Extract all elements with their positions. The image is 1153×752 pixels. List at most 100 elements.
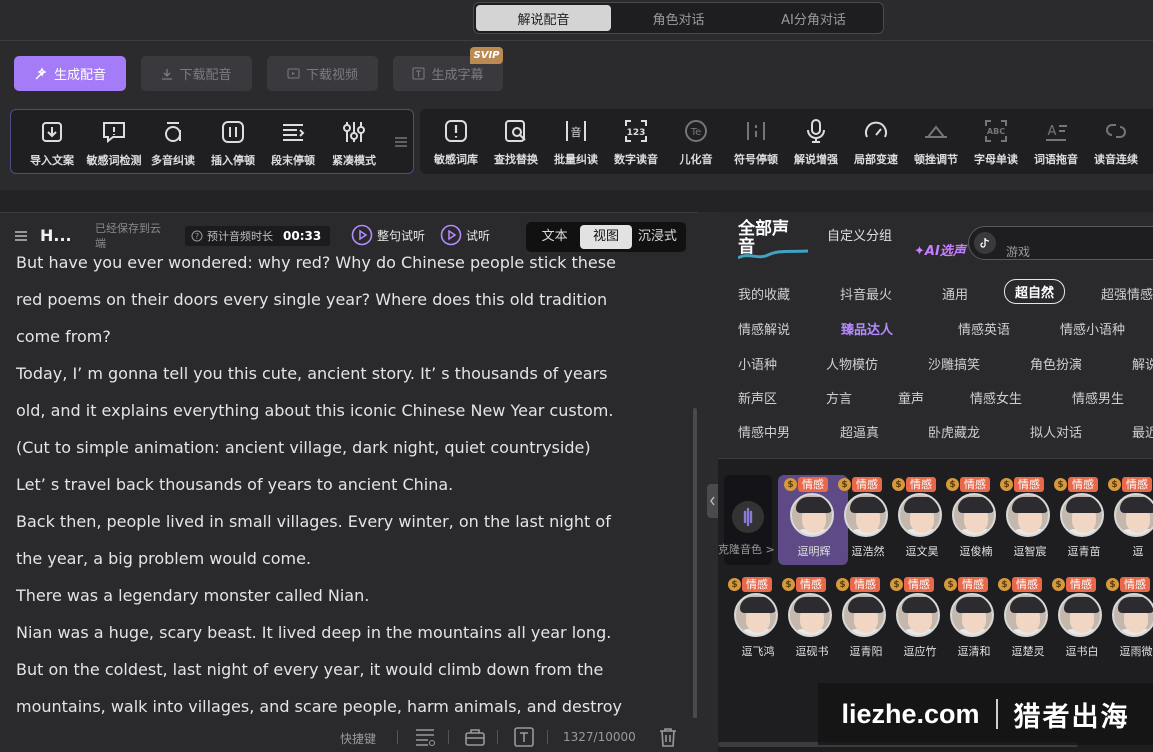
category-item[interactable]: 方言: [826, 388, 852, 407]
tool-find-replace[interactable]: 查找替换: [485, 117, 547, 167]
voice-card[interactable]: $ 情感 逗应竹: [890, 577, 942, 659]
tab-ai-dialogue[interactable]: AI分角对话: [746, 5, 881, 31]
format-list-icon[interactable]: [414, 726, 436, 748]
shortcut-link[interactable]: 快捷键: [340, 730, 376, 747]
svg-text:Te: Te: [690, 127, 702, 138]
tool-polyphone[interactable]: 多音纠读: [142, 118, 204, 168]
collapse-menu-icon[interactable]: [393, 134, 409, 150]
text-line: But on the coldest, last night of every …: [16, 660, 604, 679]
voice-card[interactable]: $ 情感 逗雨微: [1106, 577, 1153, 659]
text-format-icon[interactable]: [513, 726, 535, 748]
tool-cadence[interactable]: 顿挫调节: [905, 117, 967, 167]
tool-paragraph-pause[interactable]: 段末停顿: [262, 118, 324, 168]
category-item[interactable]: 角色扮演: [1030, 354, 1082, 373]
footer-divider: [397, 730, 398, 744]
category-item[interactable]: 情感女生: [970, 388, 1022, 407]
tool-number-reading[interactable]: 123 数字读音: [605, 117, 667, 167]
tool-continuous-reading[interactable]: 读音连续: [1085, 117, 1147, 167]
category-item[interactable]: 超强情感: [1101, 284, 1153, 303]
watermark: liezhe.com 猎者出海: [818, 683, 1153, 745]
tool-sensitive-library[interactable]: 敏感词库: [425, 117, 487, 167]
voice-card[interactable]: $ 情感 逗砚书: [782, 577, 834, 659]
category-item-premium[interactable]: 臻品达人: [841, 319, 893, 338]
category-item-selected[interactable]: 超自然: [1004, 279, 1066, 304]
avatar: [896, 593, 940, 637]
category-item[interactable]: 人物模仿: [826, 354, 878, 373]
category-item[interactable]: 新声区: [738, 388, 777, 407]
generate-subtitle-label: 生成字幕: [431, 68, 484, 83]
editor-scrollbar[interactable]: [693, 408, 697, 738]
tool-erhua[interactable]: Te 儿化音: [665, 117, 727, 167]
tool-insert-pause[interactable]: 插入停顿: [202, 118, 264, 168]
category-item[interactable]: 通用: [942, 284, 968, 303]
tool-letter-reading[interactable]: ABC 字母单读: [965, 117, 1027, 167]
category-item[interactable]: 情感中男: [738, 422, 790, 441]
category-item[interactable]: 超逼真: [840, 422, 879, 441]
category-item[interactable]: 童声: [898, 388, 924, 407]
download-audio-button[interactable]: 下载配音: [141, 56, 252, 91]
clone-voice-label[interactable]: 克隆音色 >: [718, 541, 775, 557]
voice-card[interactable]: $ 情感 逗书白: [1052, 577, 1104, 659]
generate-audio-button[interactable]: 生成配音: [14, 56, 126, 91]
voice-tag: $ 情感: [784, 477, 828, 492]
avatar: [1112, 593, 1153, 637]
avatar: [950, 593, 994, 637]
tool-batch-correct[interactable]: 音 批量纠读: [545, 117, 607, 167]
category-item[interactable]: 情感男生: [1072, 388, 1124, 407]
document-title[interactable]: H...: [40, 226, 72, 245]
emotion-tag: 情感: [1120, 577, 1150, 592]
tool-narration-enhance[interactable]: 解说增强: [785, 117, 847, 167]
download-video-label: 下载视频: [305, 68, 358, 83]
toolbox-icon[interactable]: [464, 726, 486, 748]
tool-symbol-pause[interactable]: 符号停顿: [725, 117, 787, 167]
voice-card[interactable]: $ 情感 逗青阳: [836, 577, 888, 659]
tool-local-speed[interactable]: 局部变速: [845, 117, 907, 167]
voice-search-box[interactable]: 游戏: [968, 226, 1153, 260]
category-item[interactable]: 情感小语种: [1060, 319, 1125, 338]
voice-name: 逗智宸: [1013, 545, 1047, 558]
tool-word-drag[interactable]: A 词语拖音: [1025, 117, 1087, 167]
ai-select-voice-button[interactable]: ✦AI选声: [914, 240, 966, 259]
character-count: 1327/10000: [563, 730, 636, 744]
try-sentence-button[interactable]: 整句试听: [351, 224, 425, 246]
voice-card[interactable]: $ 情感 逗浩然: [838, 477, 890, 559]
category-item[interactable]: 我的收藏: [738, 284, 790, 303]
category-item[interactable]: 抖音最火: [840, 284, 892, 303]
voice-card[interactable]: $ 情感 逗清和: [944, 577, 996, 659]
collapse-panel-handle[interactable]: [707, 484, 718, 518]
download-video-button[interactable]: 下载视频: [267, 56, 378, 91]
category-item[interactable]: 沙雕搞笑: [928, 354, 980, 373]
voice-card[interactable]: $ 情感 逗智宸: [1000, 477, 1052, 559]
voice-card[interactable]: $ 情感 逗楚灵: [998, 577, 1050, 659]
category-item[interactable]: 情感英语: [958, 319, 1010, 338]
watermark-divider: [995, 699, 998, 729]
coin-icon: $: [838, 478, 851, 491]
category-item[interactable]: 拟人对话: [1030, 422, 1082, 441]
trash-icon[interactable]: [657, 726, 679, 748]
voice-tag: $ 情感: [728, 577, 772, 592]
category-item[interactable]: 小语种: [738, 354, 777, 373]
tab-narration[interactable]: 解说配音: [476, 5, 611, 31]
voice-card[interactable]: $ 情感逗: [1108, 477, 1153, 559]
menu-icon[interactable]: [13, 228, 29, 244]
tool-sensitive-check[interactable]: 敏感词检测: [83, 118, 145, 168]
voice-card[interactable]: $ 情感 逗明辉: [784, 477, 836, 559]
custom-group-tab[interactable]: 自定义分组: [827, 228, 897, 245]
tool-batch-correct-label: 批量纠读: [554, 153, 598, 166]
voice-card[interactable]: $ 情感 逗俊楠: [946, 477, 998, 559]
category-item[interactable]: 卧虎藏龙: [928, 422, 980, 441]
category-item[interactable]: 最近: [1132, 422, 1153, 441]
voice-card[interactable]: $ 情感 逗青苗: [1054, 477, 1106, 559]
voice-card[interactable]: $ 情感 逗文昊: [892, 477, 944, 559]
voice-card[interactable]: $ 情感 逗飞鸿: [728, 577, 780, 659]
category-item[interactable]: 解说: [1132, 354, 1153, 373]
polyphone-icon: [165, 122, 181, 142]
play-circle-icon: [440, 224, 462, 246]
script-text-area[interactable]: But have you ever wondered: why red? Why…: [16, 244, 676, 716]
tab-dialogue[interactable]: 角色对话: [611, 5, 746, 31]
try-listen-button[interactable]: 试听: [440, 224, 490, 246]
tool-import-text[interactable]: 导入文案: [21, 118, 83, 168]
category-item[interactable]: 情感解说: [738, 319, 790, 338]
tool-compact-mode[interactable]: 紧凑模式: [323, 118, 385, 168]
try-sentence-label: 整句试听: [377, 228, 426, 243]
